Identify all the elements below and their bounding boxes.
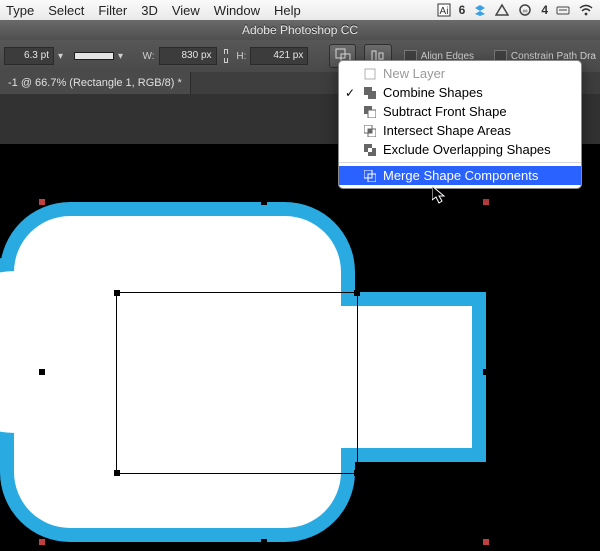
subtract-icon (363, 105, 377, 119)
keyboard-icon (556, 4, 570, 16)
mac-menu-items: Type Select Filter 3D View Window Help (0, 3, 301, 18)
ai-icon: Ai (437, 3, 451, 17)
app-title-bar: Adobe Photoshop CC (0, 20, 600, 41)
mac-menubar: Type Select Filter 3D View Window Help A… (0, 0, 600, 21)
menu-item-new-layer: New Layer (339, 64, 581, 83)
height-input[interactable]: 421 px (250, 47, 308, 65)
path-operations-menu: New Layer ✓ Combine Shapes Subtract Fron… (338, 60, 582, 189)
menu-view[interactable]: View (172, 3, 200, 18)
width-label: W: (142, 51, 154, 62)
stroke-style-preview[interactable] (74, 52, 114, 60)
checkmark-icon: ✓ (343, 86, 357, 100)
exclude-icon (363, 143, 377, 157)
stroke-weight-input[interactable]: 6.3 pt (4, 47, 54, 65)
cloud-icon: ∞ (517, 4, 533, 16)
mac-status-area: Ai 6 ∞ 4 (437, 0, 594, 20)
document-tab[interactable]: -1 @ 66.7% (Rectangle 1, RGB/8) * (0, 72, 191, 94)
link-icon[interactable] (221, 49, 233, 63)
new-layer-icon (363, 67, 377, 81)
intersect-icon (363, 124, 377, 138)
menu-item-exclude[interactable]: Exclude Overlapping Shapes (339, 140, 581, 159)
chevron-down-icon[interactable]: ▾ (118, 51, 126, 62)
menu-type[interactable]: Type (6, 3, 34, 18)
document-canvas[interactable] (0, 144, 600, 551)
menu-help[interactable]: Help (274, 3, 301, 18)
combine-icon (363, 86, 377, 100)
handle-bl[interactable] (39, 539, 45, 545)
svg-text:∞: ∞ (523, 8, 528, 15)
menu-item-merge-components[interactable]: Merge Shape Components (339, 166, 581, 185)
status-number: 4 (541, 3, 548, 17)
merge-icon (363, 169, 377, 183)
app-title-text: Adobe Photoshop CC (242, 23, 358, 37)
menu-filter[interactable]: Filter (98, 3, 127, 18)
height-label: H: (236, 51, 246, 62)
cursor-icon (432, 186, 446, 207)
dropbox-icon (473, 3, 487, 17)
handle-tl[interactable] (39, 199, 45, 205)
chevron-down-icon[interactable]: ▾ (58, 51, 66, 62)
handle-tr[interactable] (483, 199, 489, 205)
menu-separator (339, 162, 581, 163)
menu-window[interactable]: Window (214, 3, 260, 18)
handle-br[interactable] (483, 539, 489, 545)
width-input[interactable]: 830 px (159, 47, 217, 65)
svg-text:Ai: Ai (439, 6, 448, 17)
ai-label: 6 (459, 3, 466, 17)
menu-item-combine-shapes[interactable]: ✓ Combine Shapes (339, 83, 581, 102)
menu-3d[interactable]: 3D (141, 3, 158, 18)
menu-item-subtract[interactable]: Subtract Front Shape (339, 102, 581, 121)
wifi-icon (578, 4, 594, 16)
menu-select[interactable]: Select (48, 3, 84, 18)
menu-item-intersect[interactable]: Intersect Shape Areas (339, 121, 581, 140)
drive-icon (495, 3, 509, 17)
